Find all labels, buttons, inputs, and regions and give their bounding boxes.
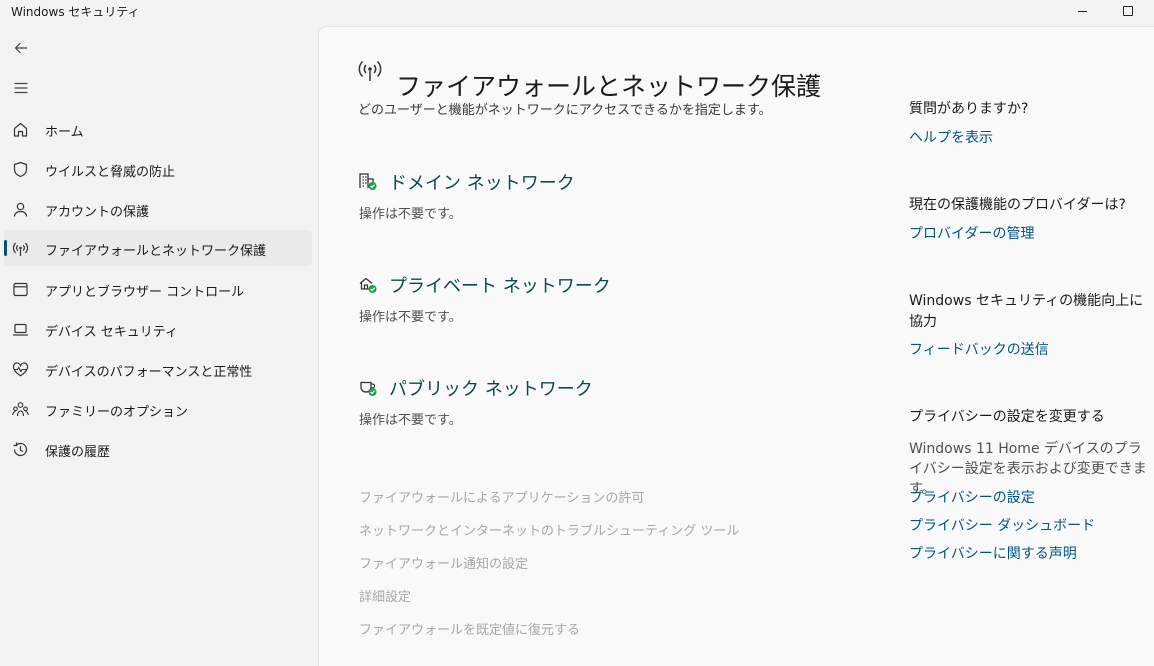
page-title: ファイアウォールとネットワーク保護	[396, 71, 822, 101]
antenna-icon	[358, 60, 382, 81]
sidebar-item-family-options[interactable]: ファミリーのオプション	[4, 391, 312, 427]
sidebar-item-account-protection[interactable]: アカウントの保護	[4, 191, 312, 227]
sidebar-item-label: デバイス セキュリティ	[45, 325, 178, 340]
private-network-icon	[359, 277, 377, 293]
public-network-status: 操作は不要です。	[359, 413, 462, 428]
minimize-icon	[1077, 10, 1087, 12]
public-network-icon	[360, 381, 377, 396]
antenna-icon	[12, 240, 29, 257]
provider-heading: 現在の保護機能のプロバイダーは?	[909, 197, 1126, 213]
get-help-link[interactable]: ヘルプを表示	[909, 127, 993, 147]
hamburger-menu-button[interactable]	[4, 71, 38, 105]
sidebar-item-label: ウイルスと脅威の防止	[45, 165, 176, 180]
domain-network-section: ドメイン ネットワーク 操作は不要です。	[358, 169, 778, 229]
privacy-statement-link[interactable]: プライバシーに関する声明	[909, 543, 1077, 563]
public-network-section: パブリック ネットワーク 操作は不要です。	[358, 375, 778, 435]
sidebar-item-label: デバイスのパフォーマンスと正常性	[45, 365, 253, 380]
app-browser-icon	[12, 281, 29, 298]
sidebar-item-device-security[interactable]: デバイス セキュリティ	[4, 311, 312, 347]
sidebar-item-device-performance[interactable]: デバイスのパフォーマンスと正常性	[4, 351, 312, 387]
content-panel: ファイアウォールとネットワーク保護 どのユーザーと機能がネットワークにアクセスで…	[318, 26, 1154, 666]
sidebar: ホーム ウイルスと脅威の防止 アカウントの保護 ファイアウォールとネットワーク保…	[0, 26, 318, 666]
shield-icon	[12, 161, 29, 178]
advanced-settings-link[interactable]: 詳細設定	[359, 586, 411, 605]
sidebar-item-firewall[interactable]: ファイアウォールとネットワーク保護	[4, 230, 312, 266]
send-feedback-link[interactable]: フィードバックの送信	[909, 339, 1049, 359]
sidebar-item-label: 保護の履歴	[45, 445, 111, 460]
selection-indicator	[4, 240, 7, 256]
sidebar-item-label: ホーム	[45, 125, 84, 140]
home-icon	[12, 121, 29, 138]
private-network-status: 操作は不要です。	[359, 310, 462, 325]
maximize-icon	[1123, 6, 1133, 16]
private-network-link[interactable]: プライベート ネットワーク	[389, 272, 611, 298]
private-network-section: プライベート ネットワーク 操作は不要です。	[358, 272, 778, 332]
public-network-link[interactable]: パブリック ネットワーク	[389, 375, 593, 401]
sidebar-item-label: ファミリーのオプション	[45, 405, 189, 420]
sidebar-item-label: ファイアウォールとネットワーク保護	[45, 244, 267, 259]
network-troubleshooter-link[interactable]: ネットワークとインターネットのトラブルシューティング ツール	[359, 520, 739, 539]
sidebar-item-label: アプリとブラウザー コントロール	[45, 285, 245, 300]
title-bar: Windows セキュリティ	[0, 0, 1154, 26]
allow-app-through-firewall-link[interactable]: ファイアウォールによるアプリケーションの許可	[359, 487, 644, 506]
back-button[interactable]	[4, 31, 38, 65]
minimize-button[interactable]	[1059, 0, 1105, 22]
family-icon	[12, 401, 29, 418]
sidebar-item-virus-protection[interactable]: ウイルスと脅威の防止	[4, 151, 312, 187]
sidebar-item-protection-history[interactable]: 保護の履歴	[4, 431, 312, 467]
sidebar-item-home[interactable]: ホーム	[4, 111, 312, 147]
window-title: Windows セキュリティ	[11, 5, 140, 19]
heart-pulse-icon	[12, 361, 29, 378]
privacy-settings-link[interactable]: プライバシーの設定	[909, 487, 1035, 507]
maximize-button[interactable]	[1105, 0, 1151, 22]
domain-network-link[interactable]: ドメイン ネットワーク	[389, 169, 575, 195]
firewall-notification-settings-link[interactable]: ファイアウォール通知の設定	[359, 553, 528, 572]
manage-providers-link[interactable]: プロバイダーの管理	[909, 223, 1034, 243]
restore-firewall-defaults-link[interactable]: ファイアウォールを既定値に復元する	[359, 619, 580, 638]
hamburger-icon	[14, 82, 28, 94]
person-icon	[12, 201, 29, 218]
privacy-heading: プライバシーの設定を変更する	[909, 409, 1105, 425]
history-icon	[12, 441, 29, 458]
sidebar-item-label: アカウントの保護	[45, 205, 150, 220]
privacy-dashboard-link[interactable]: プライバシー ダッシュボード	[909, 515, 1095, 535]
domain-network-icon	[359, 173, 377, 190]
domain-network-status: 操作は不要です。	[359, 207, 462, 222]
laptop-icon	[12, 321, 29, 338]
page-description: どのユーザーと機能がネットワークにアクセスできるかを指定します。	[358, 103, 772, 118]
back-arrow-icon	[14, 42, 27, 54]
help-heading: 質問がありますか?	[909, 101, 1029, 117]
improve-heading: Windows セキュリティの機能向上に協力	[909, 293, 1144, 330]
sidebar-item-app-browser[interactable]: アプリとブラウザー コントロール	[4, 271, 312, 307]
